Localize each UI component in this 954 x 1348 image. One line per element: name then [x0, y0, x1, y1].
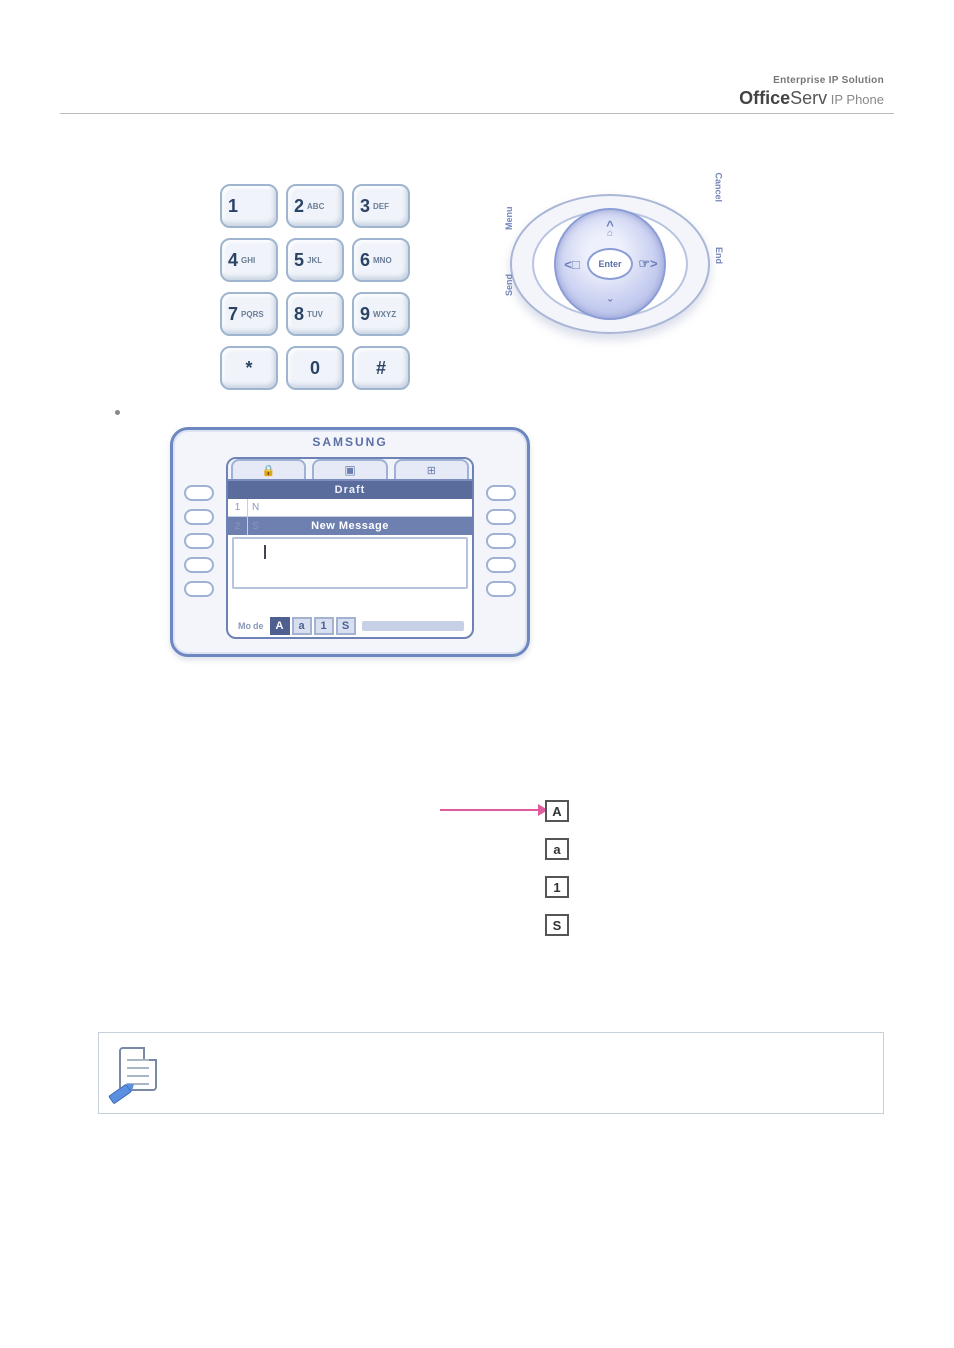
- new-message-bar: New Message: [228, 517, 472, 535]
- softkey-r1[interactable]: [486, 485, 516, 501]
- legend-key-upper: A: [545, 800, 569, 822]
- softkey-l2[interactable]: [184, 509, 214, 525]
- mode-key-legend: A a 1 S: [545, 800, 569, 936]
- row2-text: S: [248, 517, 256, 535]
- bullet-icon: [115, 410, 120, 415]
- nav-down-icon: ˇ: [608, 297, 612, 312]
- mode-label-right: de: [253, 621, 264, 631]
- nav-dpad[interactable]: ^ ⌂ <□ Enter ☞> ˇ: [554, 208, 666, 320]
- tab-camera-icon[interactable]: ▣: [312, 459, 387, 479]
- softkey-r4[interactable]: [486, 557, 516, 573]
- brand-block: Enterprise IP Solution OfficeServ IP Pho…: [739, 76, 884, 107]
- key-star[interactable]: *: [220, 346, 278, 390]
- key-9[interactable]: 9WXYZ: [352, 292, 410, 336]
- key-7[interactable]: 7PQRS: [220, 292, 278, 336]
- key-hash[interactable]: #: [352, 346, 410, 390]
- left-softkeys: [184, 485, 214, 597]
- nav-end-label[interactable]: End: [714, 247, 724, 264]
- key-4[interactable]: 4GHI: [220, 238, 278, 282]
- mode-trail: [362, 621, 464, 631]
- mode-chips: A a 1 S: [270, 617, 356, 635]
- row1-index: 1: [228, 499, 248, 516]
- nav-enter-button[interactable]: Enter: [587, 248, 633, 280]
- legend-key-symbol: S: [545, 914, 569, 936]
- text-edit-area[interactable]: [232, 537, 468, 589]
- key-1[interactable]: 1: [220, 184, 278, 228]
- text-cursor-icon: [264, 545, 266, 559]
- lcd-title: Draft: [228, 481, 472, 499]
- nav-cancel-label[interactable]: Cancel: [714, 173, 724, 203]
- note-icon: [113, 1045, 157, 1095]
- list-row-1[interactable]: 1 N: [228, 499, 472, 517]
- key-2[interactable]: 2ABC: [286, 184, 344, 228]
- brand-line: OfficeServ IP Phone: [739, 89, 884, 108]
- mode-chip-upper[interactable]: A: [270, 617, 290, 635]
- tab-grid-icon[interactable]: ⊞: [394, 459, 469, 479]
- home-icon: ⌂: [607, 228, 613, 239]
- legend-key-lower: a: [545, 838, 569, 860]
- softkey-r2[interactable]: [486, 509, 516, 525]
- row1-text: N: [248, 499, 472, 516]
- legend-key-number: 1: [545, 876, 569, 898]
- mode-chip-symbol[interactable]: S: [336, 617, 356, 635]
- nav-left-icon: <□: [560, 254, 584, 274]
- nav-menu-label[interactable]: Menu: [504, 207, 514, 231]
- right-softkeys: [486, 485, 516, 597]
- key-6[interactable]: 6MNO: [352, 238, 410, 282]
- key-3[interactable]: 3DEF: [352, 184, 410, 228]
- tab-lock-icon[interactable]: 🔒: [231, 459, 306, 479]
- brand-rest: Serv: [790, 88, 827, 108]
- mode-chip-lower[interactable]: a: [292, 617, 312, 635]
- row2-index: 2: [228, 517, 248, 535]
- softkey-l5[interactable]: [184, 581, 214, 597]
- input-mode-bar: Mo de A a 1 S: [228, 615, 472, 637]
- hardware-row: 1 2ABC 3DEF 4GHI 5JKL 6MNO 7PQRS 8TUV 9W…: [220, 184, 894, 390]
- dial-keypad: 1 2ABC 3DEF 4GHI 5JKL 6MNO 7PQRS 8TUV 9W…: [220, 184, 410, 390]
- page-header: Enterprise IP Solution OfficeServ IP Pho…: [60, 70, 894, 114]
- softkey-l1[interactable]: [184, 485, 214, 501]
- nav-cluster: ^ ⌂ <□ Enter ☞> ˇ Menu Send Cancel End: [500, 184, 720, 344]
- lcd-tabs: 🔒 ▣ ⊞: [228, 459, 472, 481]
- lcd-screen: 🔒 ▣ ⊞ Draft 1 N New Message 2 S Mo de A: [226, 457, 474, 639]
- softkey-r3[interactable]: [486, 533, 516, 549]
- brand-topline: Enterprise IP Solution: [739, 76, 884, 87]
- lcd-brand: SAMSUNG: [170, 435, 530, 449]
- note-box: [98, 1032, 884, 1114]
- brand-ip: IP Phone: [827, 92, 884, 107]
- key-5[interactable]: 5JKL: [286, 238, 344, 282]
- brand-bold: Office: [739, 88, 790, 108]
- softkey-l4[interactable]: [184, 557, 214, 573]
- callout-arrow-line: [440, 809, 540, 811]
- key-8[interactable]: 8TUV: [286, 292, 344, 336]
- softkey-l3[interactable]: [184, 533, 214, 549]
- list-row-2[interactable]: 2 S: [228, 517, 258, 535]
- mode-label-left: Mo: [238, 621, 251, 631]
- nav-send-label[interactable]: Send: [504, 274, 514, 296]
- mode-chip-number[interactable]: 1: [314, 617, 334, 635]
- nav-right-icon: ☞>: [636, 254, 660, 274]
- phone-lcd-figure: SAMSUNG 🔒 ▣ ⊞ Draft 1 N New Message 2 S …: [170, 427, 530, 657]
- key-0[interactable]: 0: [286, 346, 344, 390]
- softkey-r5[interactable]: [486, 581, 516, 597]
